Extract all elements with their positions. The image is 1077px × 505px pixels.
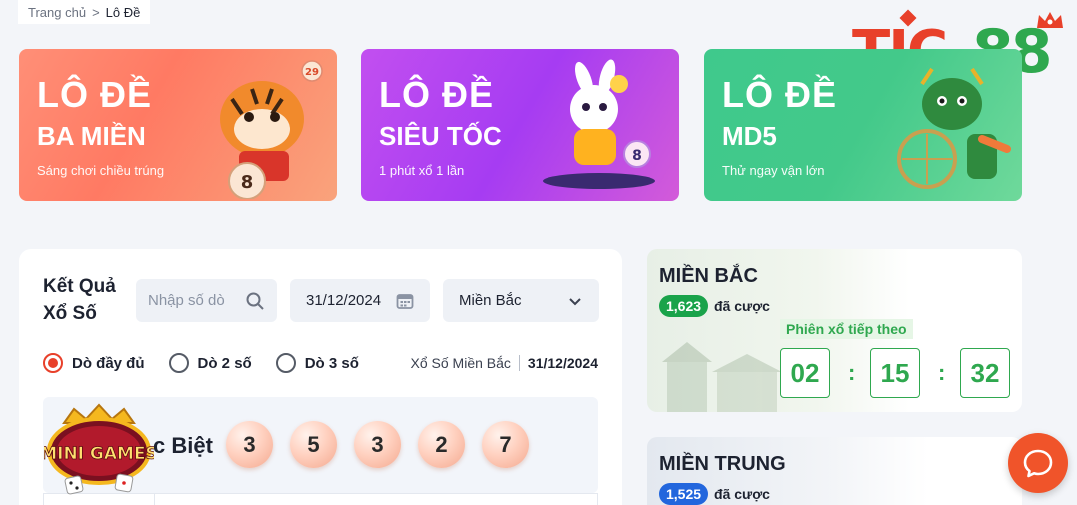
rabbit-mascot-icon: 8 bbox=[543, 59, 655, 189]
countdown-minutes: 15 bbox=[870, 348, 920, 398]
results-title: Kết Quả Xổ Số bbox=[43, 276, 116, 324]
region-card-mien-bac[interactable]: MIỀN BẮC 1,623 đã cược Phiên xổ tiếp the… bbox=[647, 249, 1022, 412]
banner-lo-de-sieu-toc[interactable]: LÔ ĐỀ SIÊU TỐC 1 phút xổ 1 lần 8 bbox=[361, 49, 679, 201]
bet-count: 1,525 đã cược bbox=[659, 483, 770, 505]
banner-caption: Sáng chơi chiều trúng bbox=[37, 163, 165, 178]
next-draw-label: Phiên xổ tiếp theo bbox=[780, 319, 913, 339]
logo-crown-icon bbox=[1037, 12, 1063, 28]
number-search-field[interactable]: Nhập số dò bbox=[136, 279, 277, 322]
svg-text:8: 8 bbox=[241, 172, 254, 193]
breadcrumb-separator: > bbox=[92, 4, 100, 20]
date-picker[interactable]: 31/12/2024 bbox=[290, 279, 430, 322]
calendar-icon bbox=[396, 293, 414, 309]
region-title: MIỀN TRUNG bbox=[659, 453, 786, 475]
region-select[interactable]: Miền Bắc bbox=[443, 279, 599, 322]
search-icon[interactable] bbox=[245, 291, 265, 311]
radio-label: Dò 3 số bbox=[304, 354, 359, 372]
banner-lo-de-ba-mien[interactable]: LÔ ĐỀ BA MIỀN Sáng chơi chiều trúng 8 29 bbox=[19, 49, 337, 201]
breadcrumb: Trang chủ > Lô Đề bbox=[18, 0, 151, 24]
number-ball: 3 bbox=[226, 421, 273, 468]
region-title: MIỀN BẮC bbox=[659, 265, 758, 287]
bet-count: 1,623 đã cược bbox=[659, 295, 770, 317]
date-value: 31/12/2024 bbox=[306, 292, 382, 309]
search-placeholder: Nhập số dò bbox=[148, 292, 225, 309]
countdown-timer: 02 : 15 : 32 bbox=[780, 348, 1010, 398]
radio-three-digits[interactable]: Dò 3 số bbox=[275, 353, 359, 373]
countdown-separator: : bbox=[938, 360, 946, 385]
number-ball: 5 bbox=[290, 421, 337, 468]
chat-bubble-icon bbox=[1023, 449, 1053, 478]
special-prize-balls: 3 5 3 2 7 bbox=[226, 421, 529, 468]
results-region-label: Xổ Số Miền Bắc bbox=[410, 355, 511, 371]
banner-subtitle: BA MIỀN bbox=[37, 121, 146, 151]
radio-dot-selected bbox=[43, 353, 63, 373]
banner-title: LÔ ĐỀ bbox=[379, 74, 495, 115]
bet-count-badge: 1,525 bbox=[659, 483, 709, 505]
breadcrumb-home-link[interactable]: Trang chủ bbox=[28, 5, 86, 20]
landmark-illustration-icon bbox=[662, 342, 782, 412]
radio-label: Dò 2 số bbox=[197, 354, 252, 372]
results-info: Xổ Số Miền Bắc 31/12/2024 bbox=[411, 355, 598, 371]
bet-count-badge: 1,623 bbox=[659, 295, 709, 317]
countdown-hours: 02 bbox=[780, 348, 830, 398]
chevron-down-icon bbox=[569, 297, 581, 305]
svg-text:8: 8 bbox=[632, 148, 642, 164]
countdown-separator: : bbox=[848, 360, 856, 385]
live-chat-button[interactable] bbox=[1008, 433, 1068, 493]
tiger-mascot-icon: 8 29 bbox=[220, 60, 323, 199]
radio-two-digits[interactable]: Dò 2 số bbox=[168, 353, 252, 373]
radio-dot bbox=[275, 353, 296, 373]
special-prize-label: c Biệt bbox=[153, 433, 213, 458]
bet-count-label: đã cược bbox=[714, 486, 770, 502]
dragon-mascot-icon bbox=[897, 67, 1011, 189]
mini-games-label: MINI GAMES bbox=[44, 444, 154, 464]
divider bbox=[518, 355, 520, 371]
radio-full-match[interactable]: Dò đầy đủ bbox=[43, 353, 145, 373]
banner-title: LÔ ĐỀ bbox=[722, 74, 838, 115]
radio-dot bbox=[168, 353, 189, 373]
banner-subtitle: SIÊU TỐC bbox=[379, 121, 502, 151]
svg-text:29: 29 bbox=[305, 67, 319, 78]
banner-caption: 1 phút xổ 1 lần bbox=[379, 163, 465, 178]
region-value: Miền Bắc bbox=[459, 292, 522, 309]
radio-label: Dò đầy đủ bbox=[72, 354, 145, 372]
banner-subtitle: MD5 bbox=[722, 121, 777, 151]
banner-title: LÔ ĐỀ bbox=[37, 74, 153, 115]
countdown-seconds: 32 bbox=[960, 348, 1010, 398]
number-ball: 3 bbox=[354, 421, 401, 468]
match-mode-radio-group: Dò đầy đủ Dò 2 số Dò 3 số bbox=[43, 353, 359, 373]
number-ball: 7 bbox=[482, 421, 529, 468]
number-ball: 2 bbox=[418, 421, 465, 468]
region-card-mien-trung[interactable]: MIỀN TRUNG 1,525 đã cược bbox=[647, 437, 1022, 505]
banner-caption: Thử ngay vận lớn bbox=[722, 163, 825, 178]
banner-lo-de-md5[interactable]: LÔ ĐỀ MD5 Thử ngay vận lớn bbox=[704, 49, 1022, 201]
breadcrumb-current: Lô Đề bbox=[105, 4, 141, 20]
mini-games-badge[interactable]: MINI GAMES bbox=[44, 403, 154, 495]
results-date-label: 31/12/2024 bbox=[527, 355, 598, 371]
bet-count-label: đã cược bbox=[714, 298, 770, 314]
